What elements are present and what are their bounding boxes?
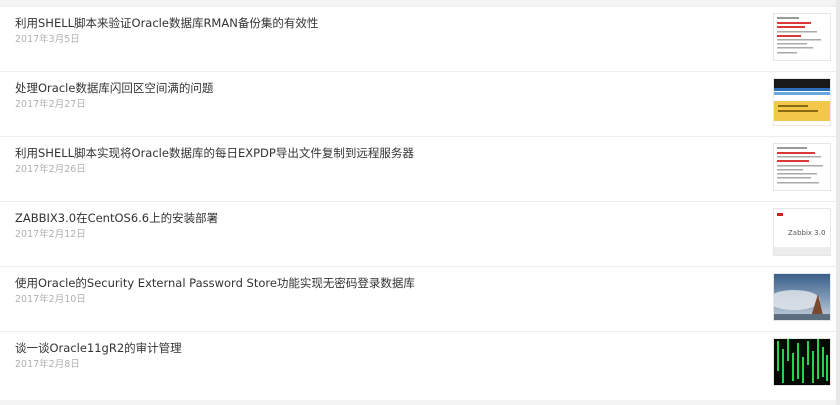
article-title[interactable]: 使用Oracle的Security External Password Stor… <box>15 275 415 291</box>
list-item[interactable]: 谈一谈Oracle11gR2的审计管理 2017年2月8日 <box>0 332 836 397</box>
article-title[interactable]: 处理Oracle数据库闪回区空间满的问题 <box>15 80 213 96</box>
article-thumbnail[interactable]: Zabbix 3.0 <box>773 208 831 256</box>
article-title[interactable]: 利用SHELL脚本实现将Oracle数据库的每日EXPDP导出文件复制到远程服务… <box>15 145 414 161</box>
article-thumbnail[interactable] <box>773 273 831 321</box>
screenshot-thumbnail-icon <box>774 79 830 125</box>
document-thumbnail-icon <box>774 144 830 190</box>
article-thumbnail[interactable] <box>773 338 831 386</box>
matrix-code-icon <box>774 339 830 385</box>
article-title[interactable]: 谈一谈Oracle11gR2的审计管理 <box>15 340 182 356</box>
article-thumbnail[interactable] <box>773 13 831 61</box>
article-date: 2017年2月27日 <box>15 99 86 110</box>
article-date: 2017年3月5日 <box>15 34 80 45</box>
article-date: 2017年2月8日 <box>15 359 80 370</box>
zabbix-thumb-text: Zabbix 3.0 <box>788 229 825 237</box>
article-list: 利用SHELL脚本来验证Oracle数据库RMAN备份集的有效性 2017年3月… <box>0 6 836 400</box>
document-thumbnail-icon <box>774 14 830 60</box>
article-title[interactable]: 利用SHELL脚本来验证Oracle数据库RMAN备份集的有效性 <box>15 15 318 31</box>
scrollbar[interactable] <box>836 0 840 405</box>
article-thumbnail[interactable] <box>773 78 831 126</box>
article-date: 2017年2月12日 <box>15 229 86 240</box>
article-date: 2017年2月26日 <box>15 164 86 175</box>
list-item[interactable]: ZABBIX3.0在CentOS6.6上的安装部署 2017年2月12日 Zab… <box>0 202 836 267</box>
sky-photo-icon <box>774 274 830 320</box>
article-date: 2017年2月10日 <box>15 294 86 305</box>
article-title[interactable]: ZABBIX3.0在CentOS6.6上的安装部署 <box>15 210 218 226</box>
list-item[interactable]: 利用SHELL脚本来验证Oracle数据库RMAN备份集的有效性 2017年3月… <box>0 7 836 72</box>
list-item[interactable]: 使用Oracle的Security External Password Stor… <box>0 267 836 332</box>
list-item[interactable]: 处理Oracle数据库闪回区空间满的问题 2017年2月27日 <box>0 72 836 137</box>
article-thumbnail[interactable] <box>773 143 831 191</box>
zabbix-logo-icon: Zabbix 3.0 <box>774 209 830 255</box>
list-item[interactable]: 利用SHELL脚本实现将Oracle数据库的每日EXPDP导出文件复制到远程服务… <box>0 137 836 202</box>
